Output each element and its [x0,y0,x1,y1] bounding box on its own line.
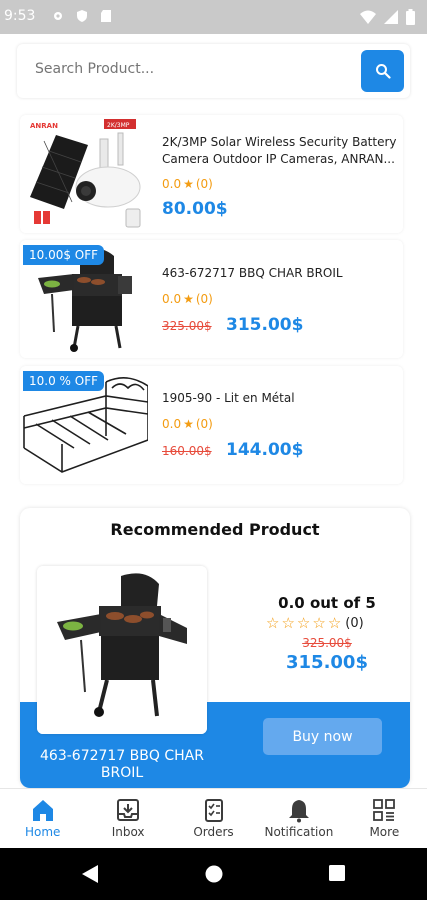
product-old-price: 325.00$ [162,319,212,333]
product-name: 463-672717 BBQ CHAR BROIL [162,266,343,280]
star-outline-icon: ☆ [327,614,342,632]
star-outline-icon: ☆ [281,614,295,632]
home-circle-icon[interactable] [205,865,223,883]
discount-badge: 10.0 % OFF [23,371,104,391]
search-icon [375,64,391,79]
nav-label: More [369,825,400,839]
svg-text:2K/3MP: 2K/3MP [107,122,130,129]
nav-label: Inbox [111,825,145,839]
star-icon: ★ [183,417,194,431]
battery-icon [406,9,415,25]
product-price: 80.00$ [162,199,228,219]
recents-icon[interactable] [329,865,345,881]
sd-card-icon [101,10,111,22]
inbox-icon [117,799,140,821]
product-price: 315.00$ [226,315,304,335]
home-icon [32,800,53,821]
bell-icon [288,800,309,823]
status-bar: 9:53 [0,0,427,34]
bottom-navigation: Home Inbox Orders Notification More [0,788,427,848]
signal-icon [384,10,398,24]
nav-label: Orders [193,825,234,839]
system-navigation-bar [0,848,427,900]
star-outline-icon: ☆ [296,614,311,632]
nav-notification[interactable]: Notification [256,789,341,848]
orders-icon [204,799,223,822]
nav-label: Home [24,825,61,839]
search-bar [17,44,410,98]
recommended-stars: ☆ ☆ ☆ ☆ ☆ (0) [266,614,364,632]
nav-label: Notification [264,825,334,839]
grid-icon [373,799,396,821]
brand-logo-text: ANRAN [30,122,58,130]
search-button[interactable] [361,50,404,92]
nav-orders[interactable]: Orders [171,789,256,848]
product-card[interactable]: 10.0 % OFF 1905-90 - Lit en Métal 0.0 ★ … [20,366,403,484]
recommended-price: 315.00$ [286,652,368,673]
product-name: 1905-90 - Lit en Métal [162,391,295,405]
status-time: 9:53 [4,8,36,24]
nav-more[interactable]: More [342,789,427,848]
settings-icon [54,12,62,20]
product-card[interactable]: ANRAN 2K/3MP 2K/3MP Solar Wireless Secur… [20,115,403,233]
product-name: 2K/3MP Solar Wireless Security Battery C… [162,135,397,166]
recommended-product-name: 463-672717 BBQ CHAR BROIL [40,748,204,781]
back-icon[interactable] [82,865,98,883]
recommended-product-image[interactable] [37,566,207,734]
product-rating: 0.0 ★ (0) [162,417,213,431]
search-input[interactable] [35,61,335,77]
recommended-rating-text: 0.0 out of 5 [278,594,376,612]
star-outline-icon: ☆ [312,614,326,632]
product-rating: 0.0 ★ (0) [162,177,213,191]
star-icon: ★ [183,292,194,306]
recommended-title: Recommended Product [110,520,320,539]
buy-now-button[interactable]: Buy now [263,718,382,755]
recommended-product-card: Recommended Product 463-672717 BBQ CHAR … [20,508,410,788]
rating-count: (0) [345,615,364,631]
nav-home[interactable]: Home [0,789,85,848]
product-price: 144.00$ [226,440,304,460]
shield-icon [77,10,87,22]
product-old-price: 160.00$ [162,444,212,458]
star-outline-icon: ☆ [266,614,280,632]
product-rating: 0.0 ★ (0) [162,292,213,306]
wifi-icon [360,10,376,24]
product-image-camera[interactable]: ANRAN 2K/3MP [22,117,148,229]
discount-badge: 10.00$ OFF [23,245,105,265]
recommended-old-price: 325.00$ [302,636,352,650]
star-icon: ★ [183,177,194,191]
product-card[interactable]: 10.00$ OFF 463-672717 BBQ CHAR BROIL 0.0… [20,240,403,358]
nav-inbox[interactable]: Inbox [85,789,170,848]
